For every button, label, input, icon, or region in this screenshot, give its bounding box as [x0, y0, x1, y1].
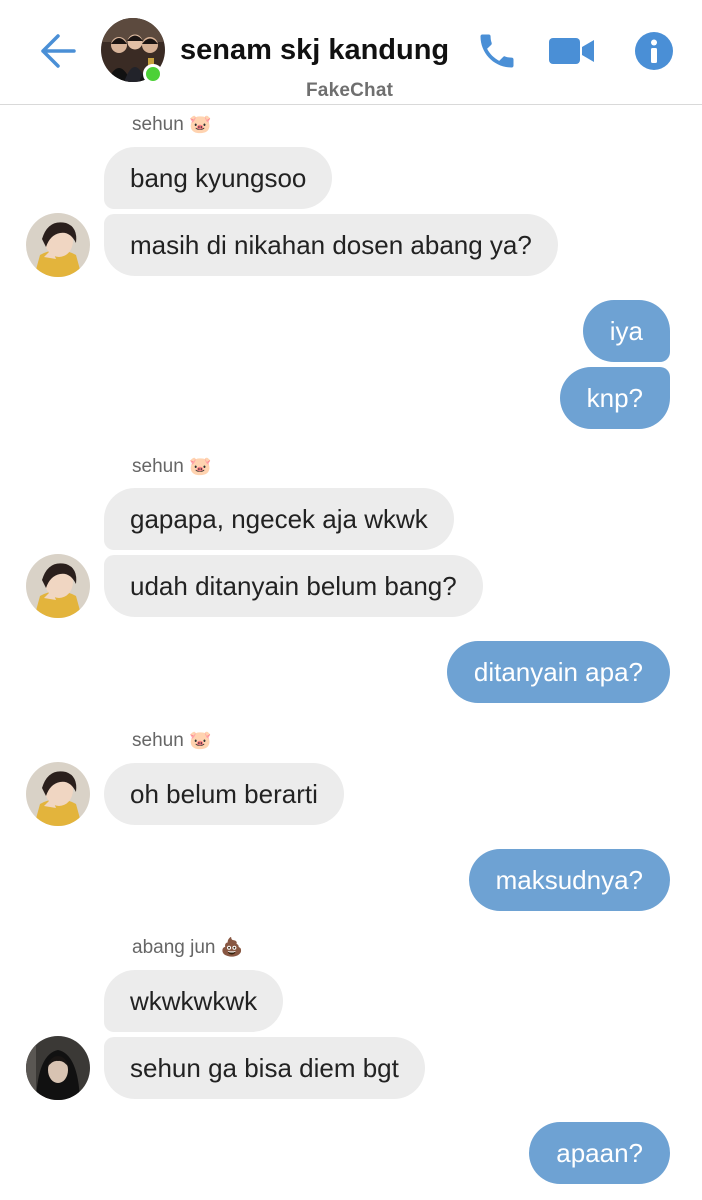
poop-emoji-icon: 💩 — [220, 937, 244, 958]
outgoing-message-bubble[interactable]: knp? — [559, 367, 670, 429]
pig-emoji-icon: 🐷 — [189, 114, 212, 135]
sender-label: sehun 🐷 — [132, 114, 211, 136]
sender-label: sehun 🐷 — [132, 456, 211, 478]
incoming-message-bubble[interactable]: oh belum berarti — [104, 763, 344, 825]
chat-header: senam skj kandung FakeChat — [0, 0, 702, 105]
video-camera-icon[interactable] — [548, 28, 596, 74]
back-arrow-icon[interactable] — [36, 30, 78, 72]
sender-name: sehun — [132, 456, 184, 477]
incoming-message-bubble[interactable]: bang kyungsoo — [104, 147, 333, 209]
sender-avatar[interactable] — [26, 1036, 90, 1100]
sender-name: abang jun — [132, 937, 216, 958]
outgoing-message-bubble[interactable]: apaan? — [529, 1122, 670, 1184]
outgoing-message-bubble[interactable]: iya — [582, 300, 670, 362]
chat-title[interactable]: senam skj kandung — [180, 34, 449, 67]
info-icon[interactable] — [633, 28, 675, 74]
incoming-message-bubble[interactable]: masih di nikahan dosen abang ya? — [104, 214, 558, 276]
sender-name: sehun — [132, 730, 184, 751]
sender-avatar[interactable] — [26, 554, 90, 618]
sender-label: sehun 🐷 — [132, 730, 211, 752]
pig-emoji-icon: 🐷 — [189, 730, 212, 751]
pig-emoji-icon: 🐷 — [189, 456, 212, 477]
incoming-message-bubble[interactable]: sehun ga bisa diem bgt — [104, 1037, 425, 1099]
phone-icon[interactable] — [474, 28, 520, 74]
sender-avatar[interactable] — [26, 762, 90, 826]
incoming-message-bubble[interactable]: gapapa, ngecek aja wkwk — [104, 488, 454, 550]
sender-label: abang jun 💩 — [132, 937, 243, 959]
app-brand: FakeChat — [306, 80, 394, 101]
online-status-dot — [143, 64, 163, 84]
sender-name: sehun — [132, 114, 184, 135]
outgoing-message-bubble[interactable]: ditanyain apa? — [446, 641, 670, 703]
incoming-message-bubble[interactable]: udah ditanyain belum bang? — [104, 555, 483, 617]
incoming-message-bubble[interactable]: wkwkwkwk — [104, 970, 284, 1032]
outgoing-message-bubble[interactable]: maksudnya? — [468, 849, 670, 911]
sender-avatar[interactable] — [26, 213, 90, 277]
